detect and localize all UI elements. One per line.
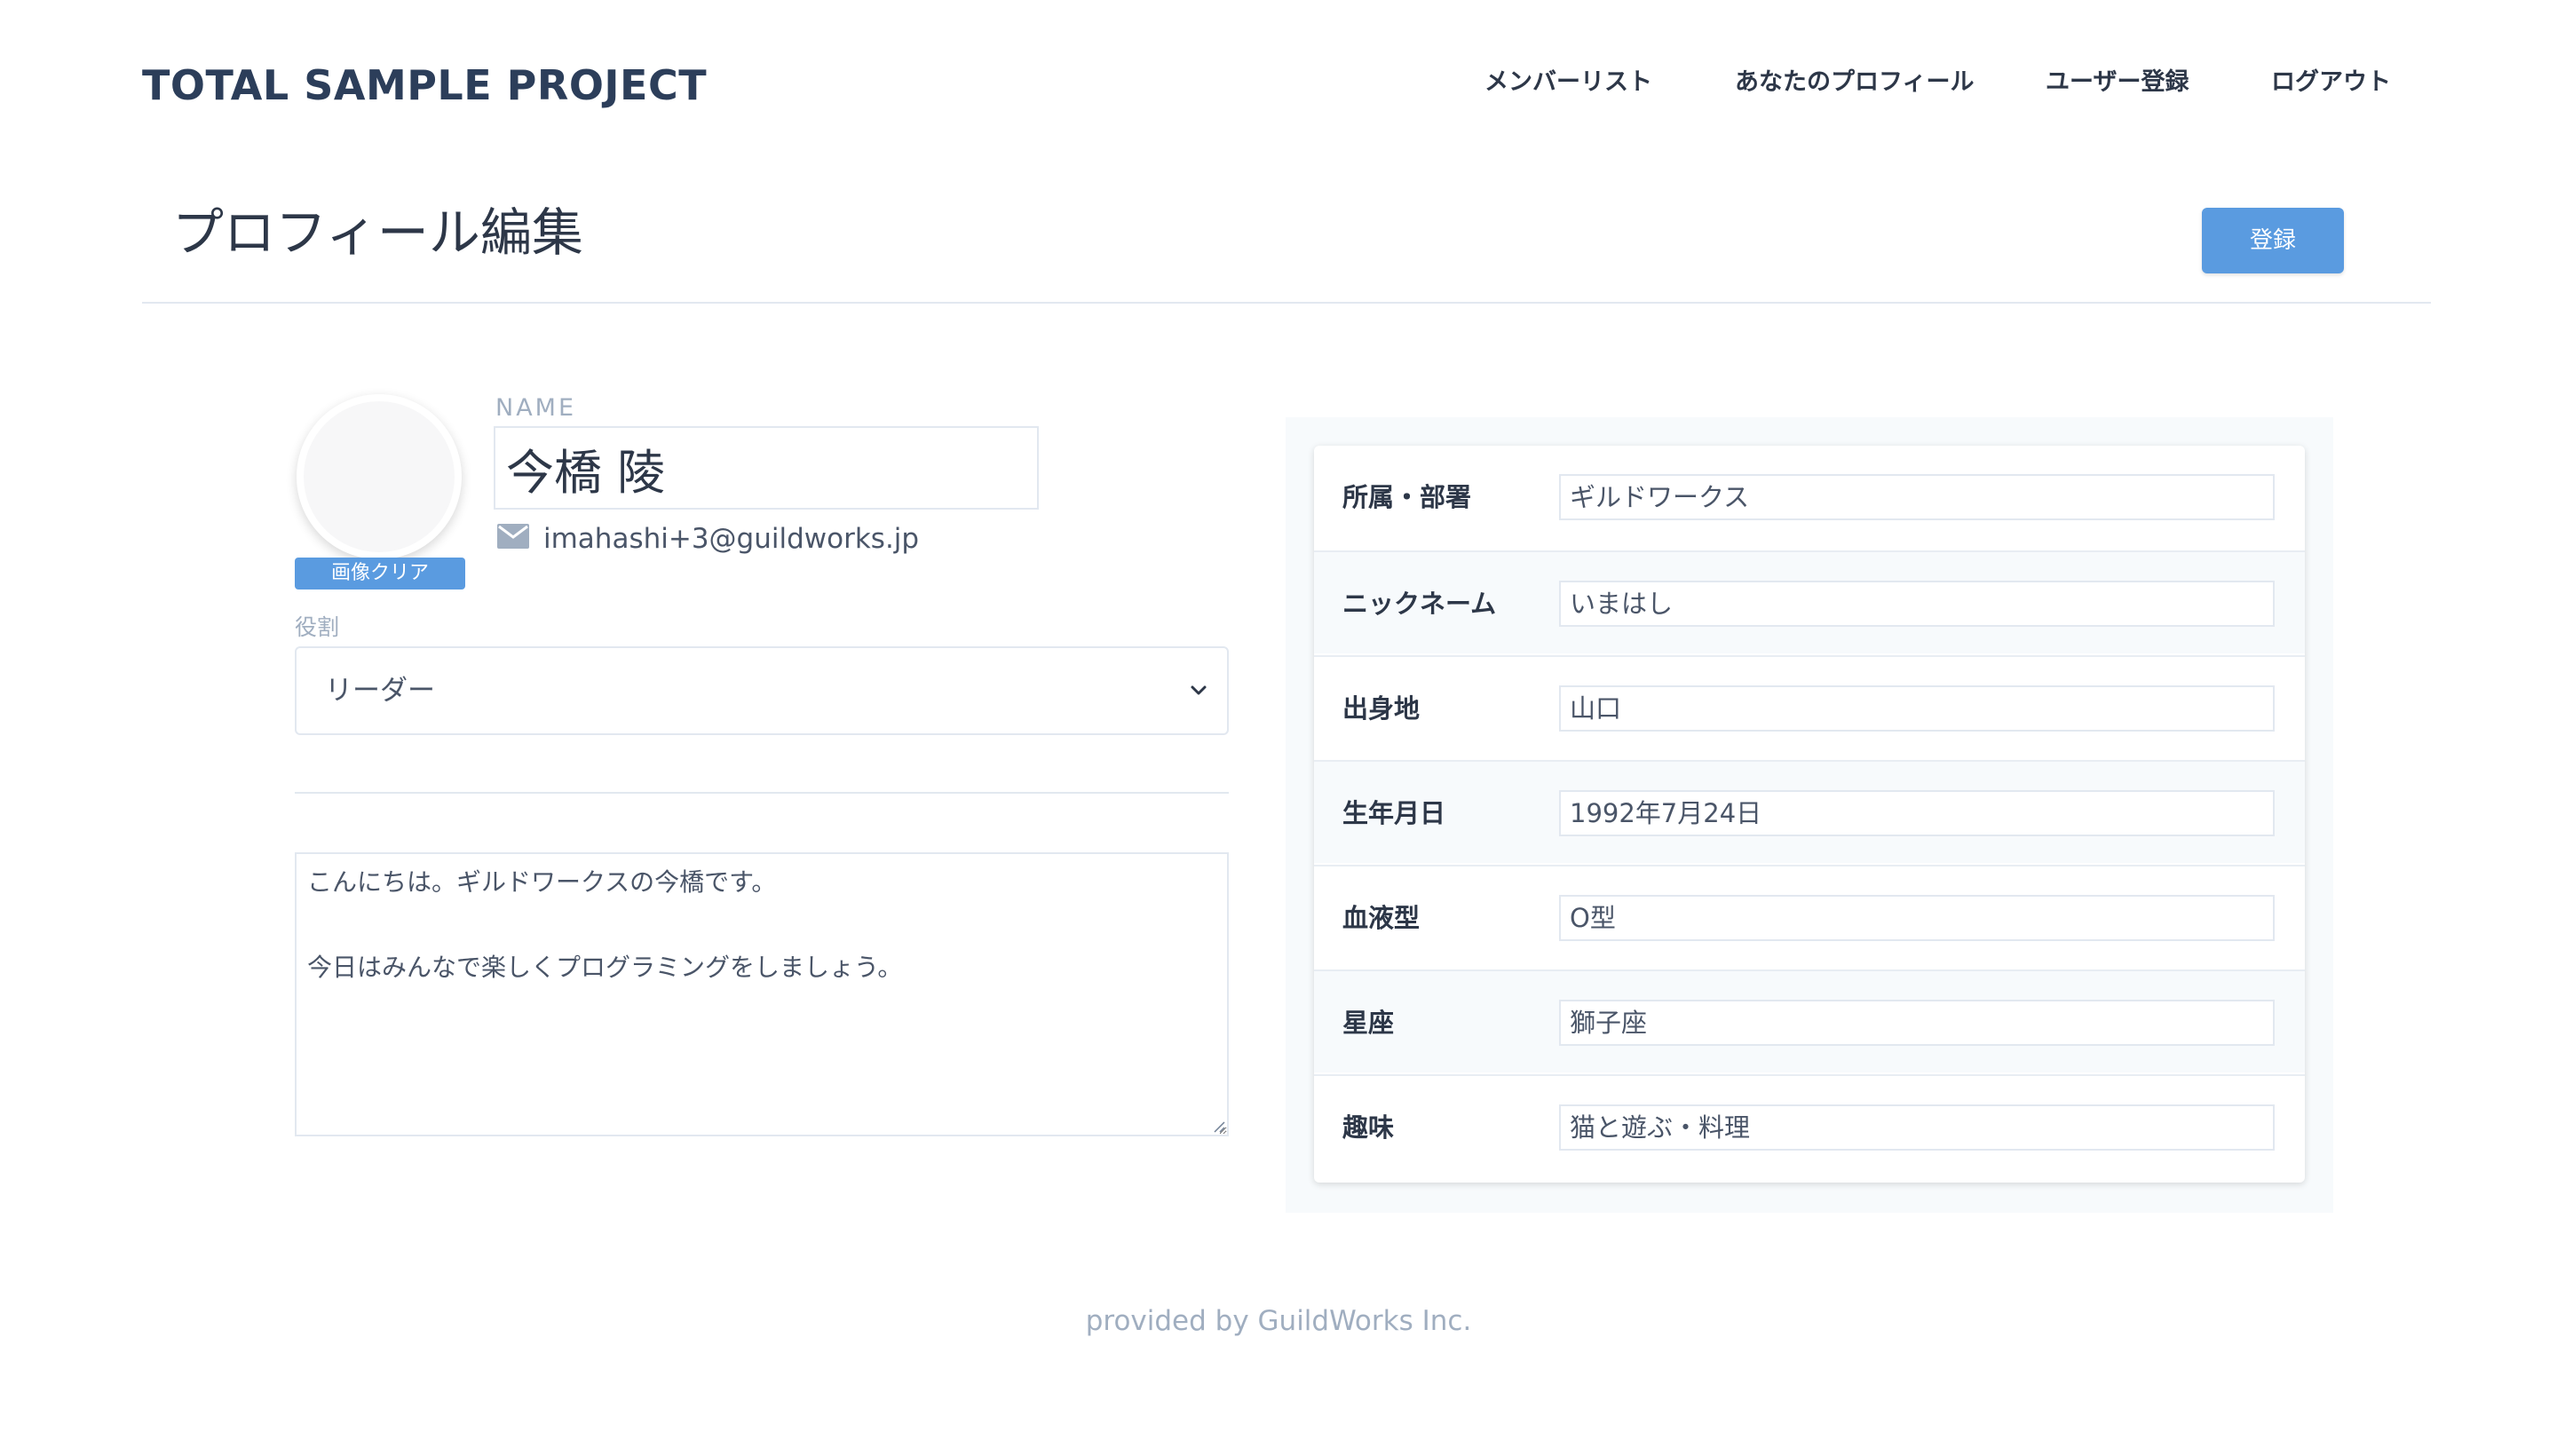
email-text: imahashi+3@guildworks.jp	[543, 523, 920, 555]
birthplace-field[interactable]: 山口	[1559, 685, 2275, 732]
section-divider	[295, 792, 1229, 794]
avatar[interactable]	[297, 394, 462, 559]
detail-label: 生年月日	[1342, 798, 1446, 828]
footer-credit: provided by GuildWorks Inc.	[1085, 1305, 1472, 1337]
blood-type-field[interactable]: O型	[1559, 895, 2275, 941]
nav-logout[interactable]: ログアウト	[2271, 64, 2391, 101]
hobby-field[interactable]: 猫と遊ぶ・料理	[1559, 1104, 2275, 1151]
mail-icon	[497, 524, 529, 549]
detail-row-birthplace: 出身地 山口	[1314, 655, 2305, 758]
details-card: 所属・部署 ギルドワークス ニックネーム いまはし 出身地 山口 生年月日 19…	[1314, 446, 2305, 1183]
detail-row-zodiac: 星座 獅子座	[1314, 969, 2305, 1072]
detail-row-department: 所属・部署 ギルドワークス	[1314, 446, 2305, 549]
detail-row-nickname: ニックネーム いまはし	[1314, 550, 2305, 653]
detail-label: 出身地	[1342, 693, 1421, 724]
name-input[interactable]	[494, 426, 1039, 510]
bio-line: 今日はみんなで楽しくプログラミングをしましょう。	[307, 953, 903, 982]
nav-your-profile[interactable]: あなたのプロフィール	[1735, 64, 1974, 101]
page-title: プロフィール編集	[172, 202, 583, 263]
bio-textarea[interactable]: こんにちは。ギルドワークスの今橋です。 今日はみんなで楽しくプログラミングをしま…	[295, 852, 1229, 1136]
zodiac-field[interactable]: 獅子座	[1559, 1000, 2275, 1046]
detail-label: ニックネーム	[1342, 589, 1497, 619]
detail-label: 趣味	[1342, 1112, 1395, 1143]
detail-row-birthday: 生年月日 1992年7月24日	[1314, 760, 2305, 863]
chevron-down-icon	[1191, 685, 1207, 695]
birthday-field[interactable]: 1992年7月24日	[1559, 790, 2275, 836]
detail-row-hobby: 趣味 猫と遊ぶ・料理	[1314, 1074, 2305, 1177]
name-label: NAME	[495, 394, 577, 422]
detail-label: 所属・部署	[1342, 482, 1472, 512]
role-selected-value: リーダー	[325, 675, 435, 707]
nav-member-list[interactable]: メンバーリスト	[1484, 64, 1652, 101]
brand-title[interactable]: TOTAL SAMPLE PROJECT	[142, 53, 707, 117]
nickname-field[interactable]: いまはし	[1559, 581, 2275, 627]
detail-label: 血液型	[1342, 903, 1421, 933]
register-button[interactable]: 登録	[2202, 208, 2344, 273]
detail-label: 星座	[1342, 1008, 1395, 1038]
bio-line	[307, 904, 1216, 946]
clear-image-button[interactable]: 画像クリア	[295, 558, 465, 590]
role-label: 役割	[295, 614, 340, 640]
bio-line: こんにちは。ギルドワークスの今橋です。	[307, 867, 777, 897]
detail-row-blood-type: 血液型 O型	[1314, 865, 2305, 968]
department-field[interactable]: ギルドワークス	[1559, 474, 2275, 520]
title-divider	[142, 302, 2431, 304]
nav-user-register[interactable]: ユーザー登録	[2046, 64, 2189, 101]
resize-grip-icon[interactable]	[1211, 1119, 1225, 1133]
